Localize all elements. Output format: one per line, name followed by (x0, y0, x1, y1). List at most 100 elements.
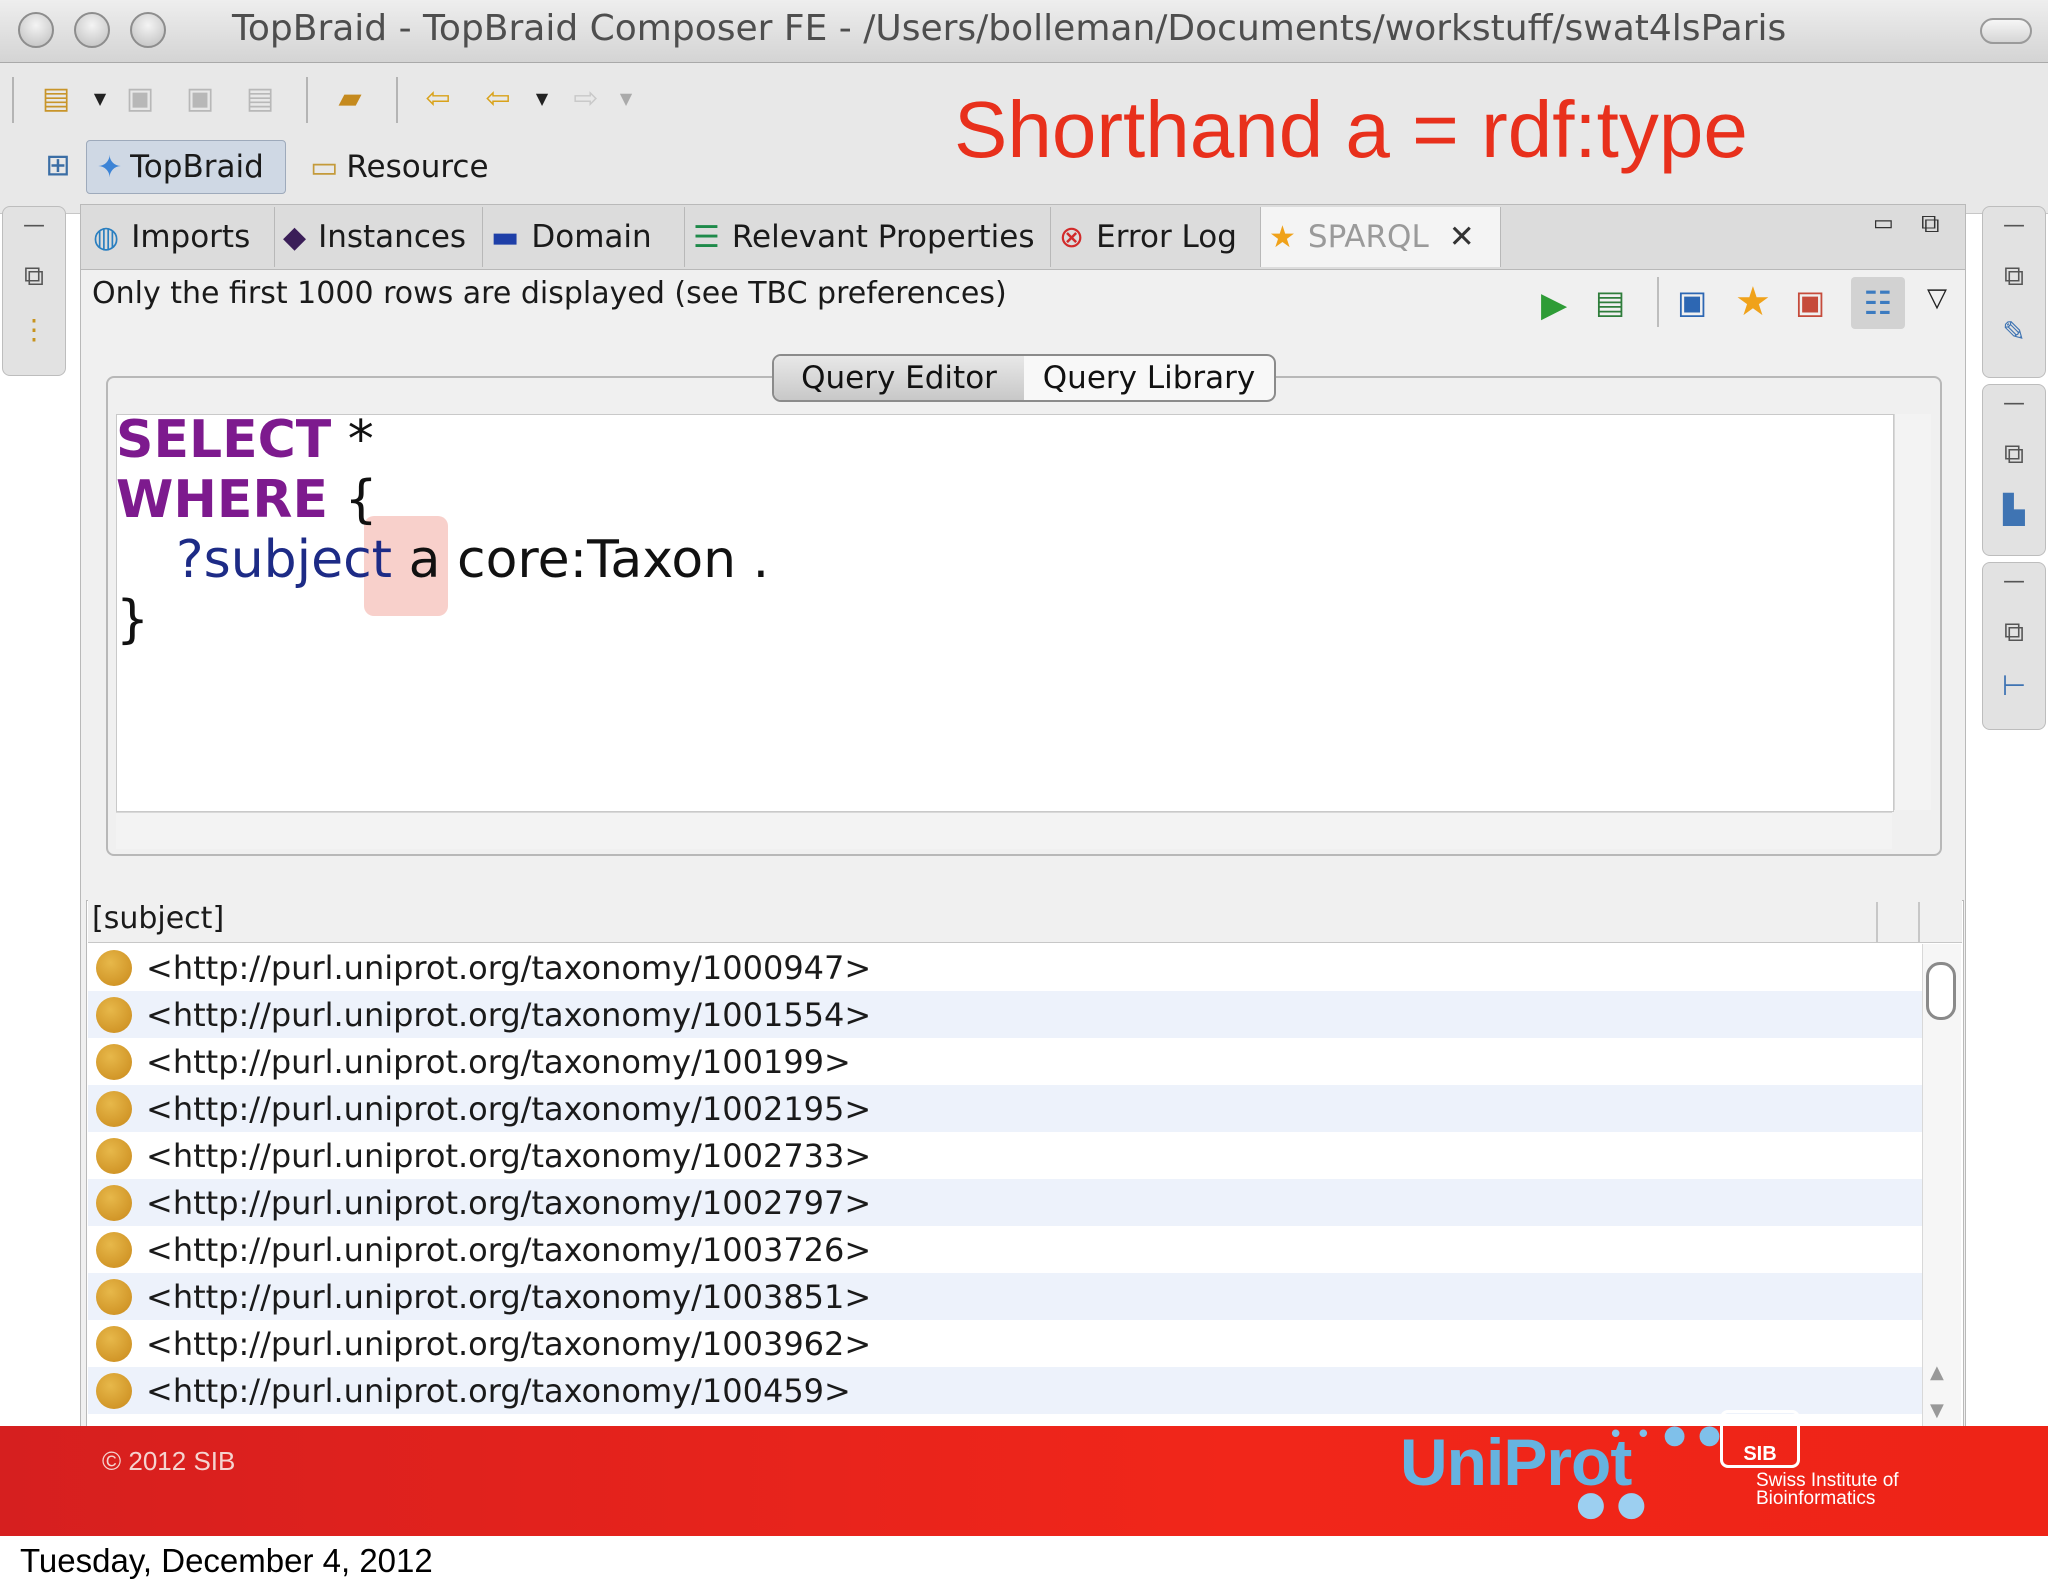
error-log-icon: ⊗ (1059, 219, 1085, 255)
instance-icon (96, 949, 132, 986)
scrollbar-thumb[interactable] (1926, 962, 1956, 1020)
scroll-up-arrow-icon[interactable]: ▲ (1930, 1362, 1944, 1383)
back-arrow-icon[interactable]: ⇦ (478, 81, 518, 117)
table-row[interactable]: <http://purl.uniprot.org/taxonomy/100372… (88, 1226, 1922, 1273)
run-to-file-icon[interactable]: ▤ (1595, 283, 1625, 321)
minimize-icon[interactable]: — (3, 213, 65, 238)
resource-icon: ▭ (310, 149, 339, 185)
export-icon[interactable]: ▣ (1677, 283, 1707, 321)
sib-logo: SIB (1720, 1410, 1800, 1468)
row-value: <http://purl.uniprot.org/taxonomy/100219… (146, 1089, 872, 1128)
tab-query-library[interactable]: Query Library (1024, 356, 1274, 400)
row-value: <http://purl.uniprot.org/taxonomy/100094… (146, 948, 872, 987)
star-icon: ★ (1269, 219, 1296, 255)
print-icon[interactable]: ▤ (240, 81, 280, 117)
row-value: <http://purl.uniprot.org/taxonomy/100372… (146, 1230, 872, 1269)
toolbar-separator (396, 77, 398, 123)
tab-sparql[interactable]: ★ SPARQL ✕ (1261, 207, 1501, 267)
chevron-down-icon[interactable]: ▼ (606, 81, 646, 117)
tab-imports[interactable]: ◍ Imports (85, 207, 275, 267)
editor-vertical-scrollbar[interactable] (1894, 414, 1931, 810)
class-tree-icon[interactable]: ⋮ (3, 313, 65, 346)
tab-label: Imports (131, 219, 251, 255)
maximize-icon[interactable]: ⧉ (1921, 209, 1940, 240)
perspective-label: Resource (346, 149, 489, 185)
tab-domain[interactable]: ▬ Domain (483, 207, 685, 267)
scroll-down-arrow-icon[interactable]: ▼ (1930, 1400, 1944, 1421)
table-row[interactable]: <http://purl.uniprot.org/taxonomy/100219… (88, 1085, 1922, 1132)
toolbar-toggle-button[interactable] (1980, 18, 2032, 44)
toggle-results-icon[interactable]: ☷ (1851, 277, 1905, 329)
sparql-keyword: WHERE (116, 470, 328, 530)
row-value: <http://purl.uniprot.org/taxonomy/100273… (146, 1136, 872, 1175)
hierarchy-icon[interactable]: ⊢ (1983, 669, 2045, 702)
tab-instances[interactable]: ◆ Instances (275, 207, 483, 267)
column-divider (1918, 902, 1920, 942)
close-icon[interactable]: ✕ (1449, 219, 1475, 255)
tab-query-editor[interactable]: Query Editor (774, 356, 1024, 400)
table-row[interactable]: <http://purl.uniprot.org/taxonomy/100199… (88, 1038, 1922, 1085)
edit-icon[interactable]: ✎ (1983, 315, 2045, 348)
table-row[interactable]: <http://purl.uniprot.org/taxonomy/100279… (88, 1179, 1922, 1226)
tab-label: Instances (318, 219, 467, 255)
star-icon[interactable]: ★ (1735, 279, 1771, 325)
save-query-icon[interactable]: ▣ (1795, 283, 1825, 321)
minimize-icon[interactable]: — (1983, 391, 2045, 416)
open-folder-icon[interactable]: ▰ (330, 81, 370, 117)
view-menu-chevron-down-icon[interactable]: ▽ (1927, 283, 1947, 313)
zoom-window-button[interactable] (130, 12, 166, 48)
query-token: * (347, 410, 374, 470)
query-line-4: } (116, 590, 150, 650)
restore-icon[interactable]: ⧉ (3, 259, 65, 293)
tab-relevant-properties[interactable]: ☰ Relevant Properties (685, 207, 1051, 267)
save-all-icon[interactable]: ▣ (180, 81, 220, 117)
perspective-resource[interactable]: ▭ Resource (300, 140, 500, 194)
query-token: core:Taxon . (457, 530, 770, 590)
chevron-down-icon[interactable]: ▼ (80, 81, 120, 117)
run-query-icon[interactable]: ▶ (1541, 285, 1567, 325)
last-edit-icon[interactable]: ⇦ (418, 81, 458, 117)
instance-icon (96, 1325, 132, 1362)
tab-error-log[interactable]: ⊗ Error Log (1051, 207, 1261, 267)
row-limit-message: Only the first 1000 rows are displayed (… (92, 276, 1007, 311)
imports-icon: ◍ (93, 219, 120, 255)
minimize-icon[interactable]: ▭ (1873, 211, 1894, 236)
minimize-icon[interactable]: — (1983, 213, 2045, 238)
table-row[interactable]: <http://purl.uniprot.org/taxonomy/100396… (88, 1320, 1922, 1367)
row-value: <http://purl.uniprot.org/taxonomy/100459… (146, 1371, 851, 1410)
query-line-2: WHERE { (116, 470, 378, 530)
restore-icon[interactable]: ⧉ (1983, 615, 2045, 649)
new-file-icon[interactable]: ▤ (36, 81, 76, 117)
minimize-icon[interactable]: — (1983, 569, 2045, 594)
perspective-topbraid[interactable]: ✦ TopBraid (86, 140, 286, 194)
editor-horizontal-scrollbar[interactable] (116, 812, 1892, 849)
forward-arrow-icon[interactable]: ⇨ (566, 81, 606, 117)
minimize-window-button[interactable] (74, 12, 110, 48)
chevron-down-icon[interactable]: ▼ (522, 81, 562, 117)
sparql-keyword: SELECT (116, 410, 332, 470)
open-perspective-icon[interactable]: ⊞ (38, 148, 78, 184)
table-row[interactable]: <http://purl.uniprot.org/taxonomy/100385… (88, 1273, 1922, 1320)
instance-icon (96, 1137, 132, 1174)
diamond-icon: ◆ (283, 219, 307, 255)
right-trim-stack-1: — ⧉ ✎ (1982, 206, 2046, 378)
right-trim-stack-3: — ⧉ ⊢ (1982, 562, 2046, 730)
instance-icon (96, 1184, 132, 1221)
tab-label: Error Log (1096, 219, 1237, 255)
restore-icon[interactable]: ⧉ (1983, 437, 2045, 471)
close-window-button[interactable] (18, 12, 54, 48)
copyright-text: © 2012 SIB (102, 1446, 236, 1476)
uniprot-dots-icon: ● ● (1576, 1484, 1647, 1524)
results-column-header[interactable] (88, 900, 1962, 943)
table-row[interactable]: <http://purl.uniprot.org/taxonomy/100094… (88, 944, 1922, 991)
table-row[interactable]: <http://purl.uniprot.org/taxonomy/100155… (88, 991, 1922, 1038)
restore-icon[interactable]: ⧉ (1983, 259, 2045, 293)
instance-icon (96, 996, 132, 1033)
table-row[interactable]: <http://purl.uniprot.org/taxonomy/100273… (88, 1132, 1922, 1179)
save-icon[interactable]: ▣ (120, 81, 160, 117)
properties-icon[interactable]: ▙ (1983, 493, 2045, 526)
topbraid-icon: ✦ (97, 149, 123, 185)
table-row[interactable]: <http://purl.uniprot.org/taxonomy/100459… (88, 1367, 1922, 1414)
instance-icon (96, 1231, 132, 1268)
query-token: { (344, 470, 378, 530)
